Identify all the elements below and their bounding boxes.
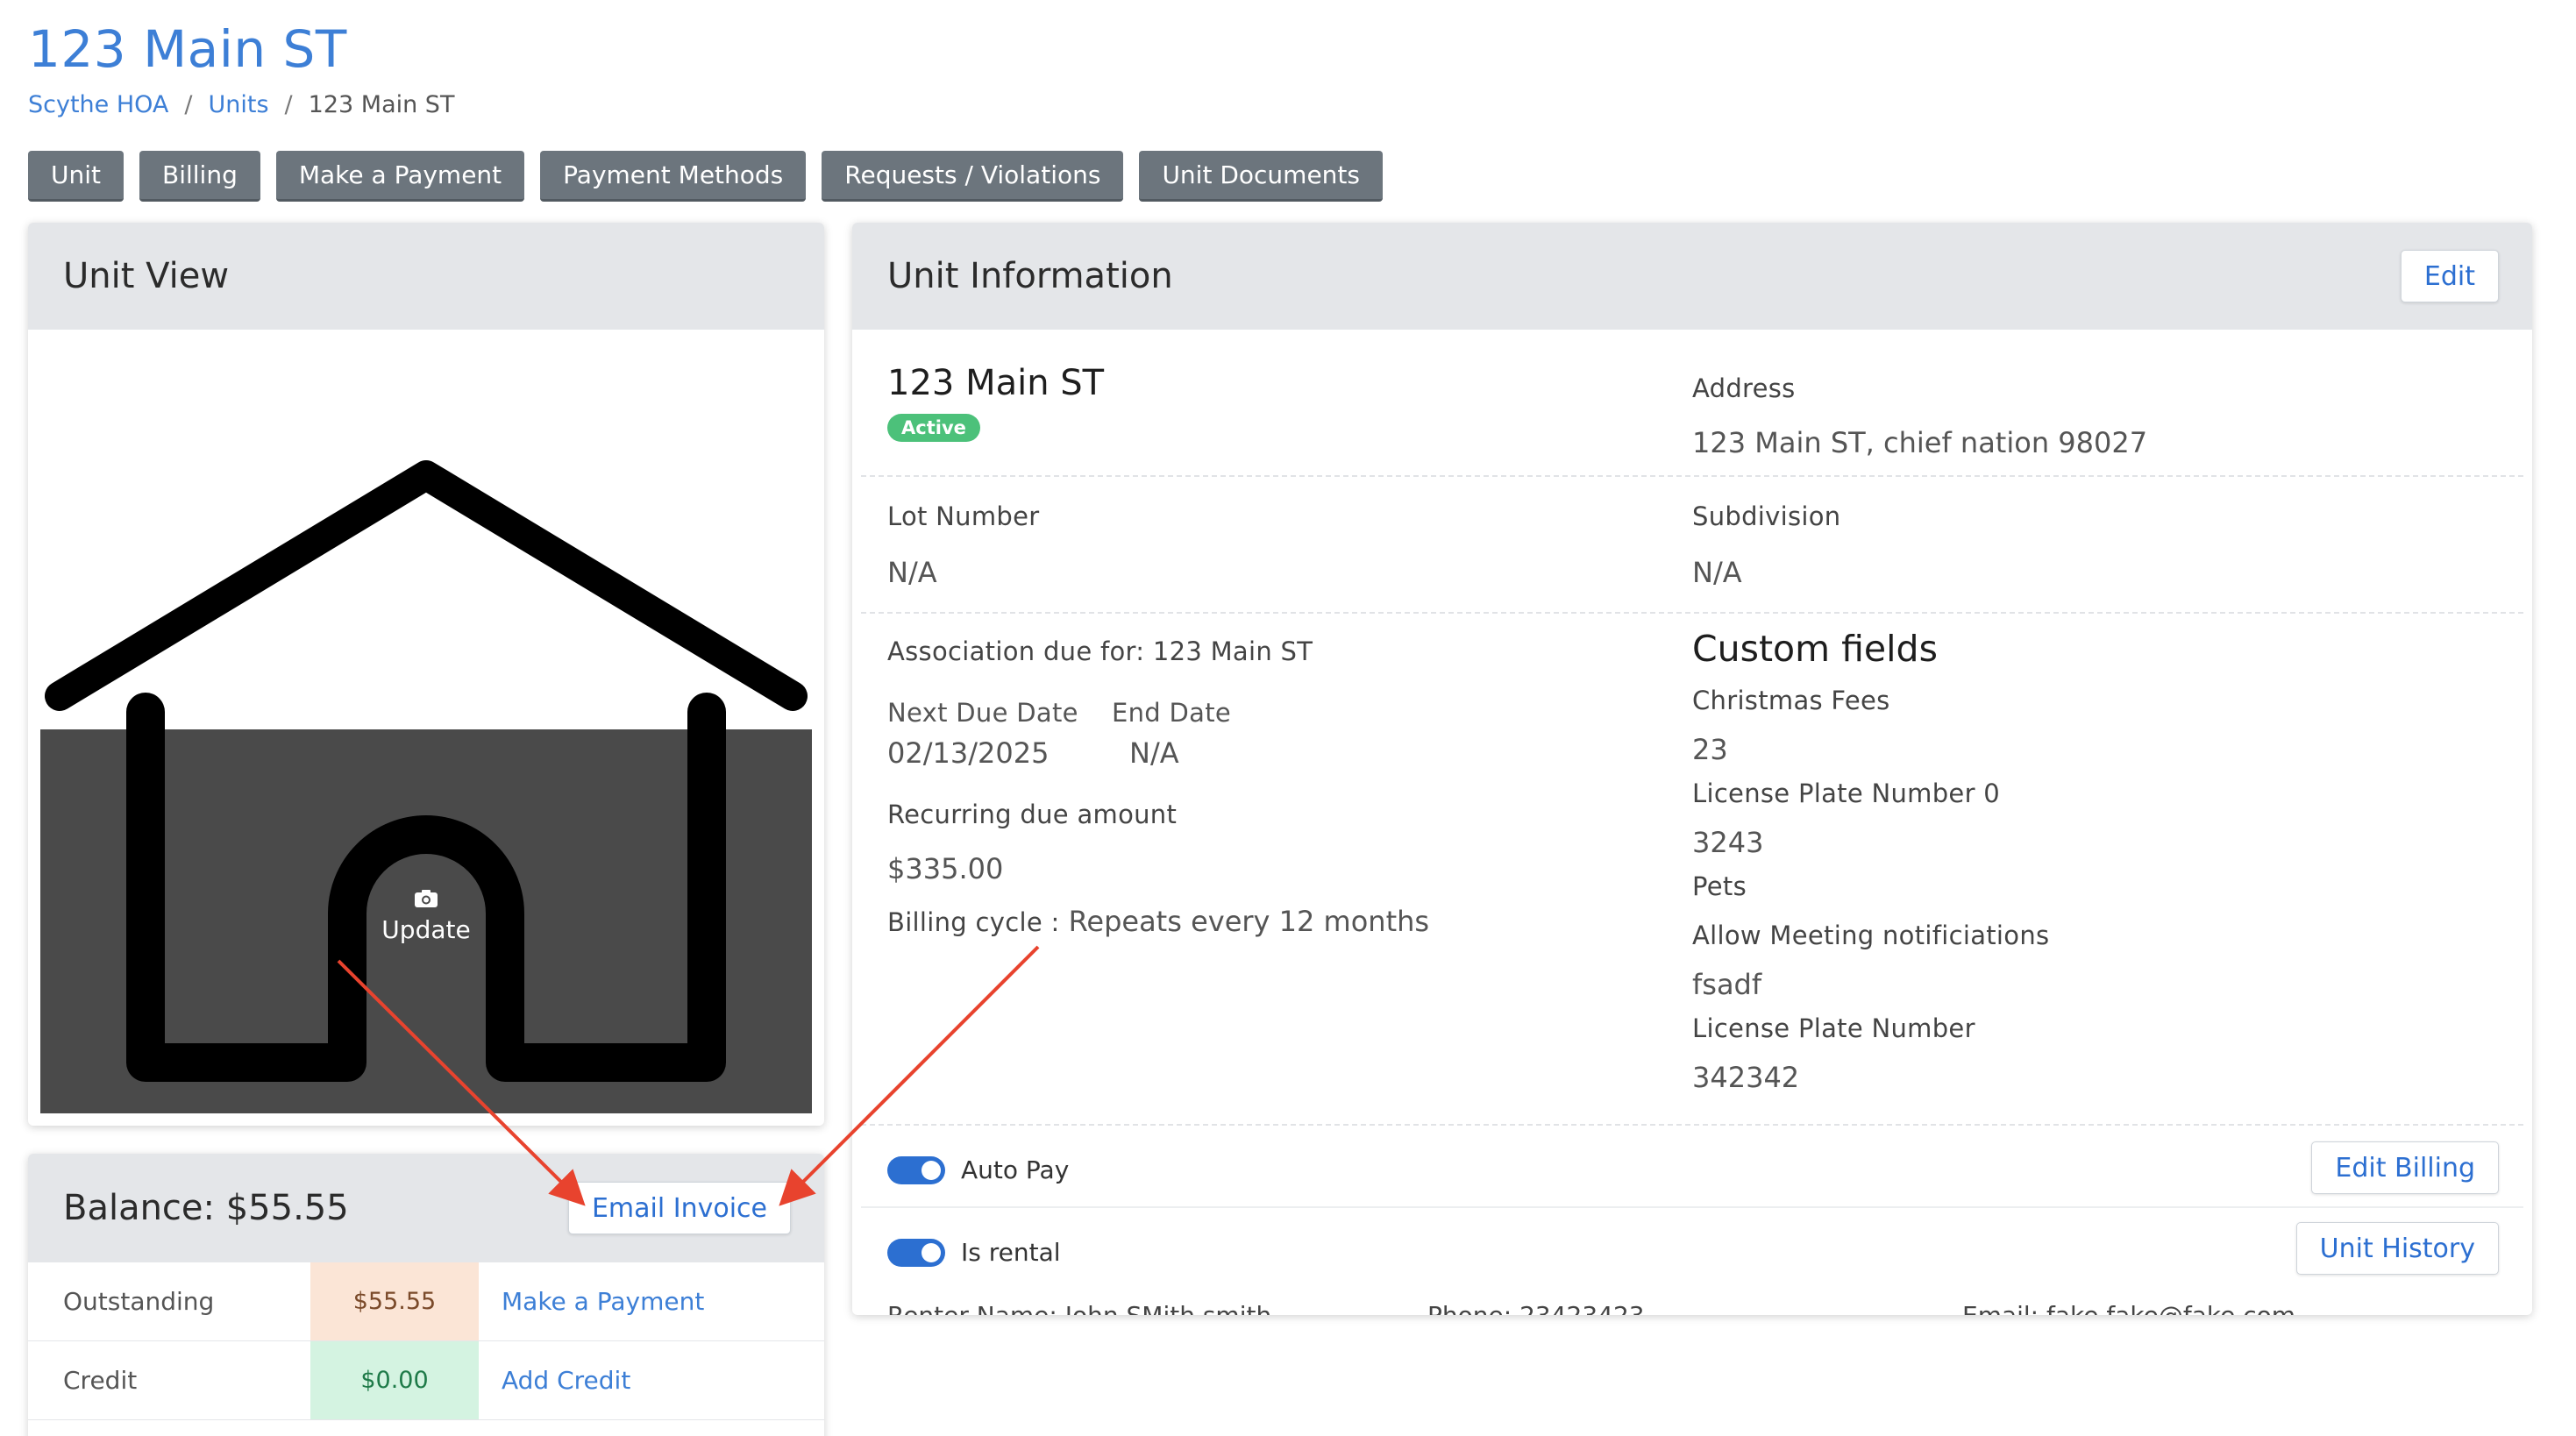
- tab-payment-methods[interactable]: Payment Methods: [540, 151, 807, 202]
- rental-label: Is rental: [961, 1238, 1061, 1267]
- rental-row: Is rental: [887, 1238, 1061, 1267]
- tab-make-a-payment[interactable]: Make a Payment: [275, 151, 525, 202]
- next-due-date-value: 02/13/2025: [887, 736, 1050, 770]
- balance-title: Balance: $55.55: [63, 1188, 349, 1228]
- subdivision-label: Subdivision: [1692, 501, 1841, 531]
- breadcrumb-current: 123 Main ST: [308, 91, 455, 118]
- unit-name: 123 Main ST: [887, 363, 1105, 403]
- breadcrumb-separator: /: [284, 91, 293, 118]
- autopay-row: Auto Pay: [887, 1155, 1069, 1184]
- balance-row-outstanding: Outstanding $55.55 Make a Payment: [28, 1262, 824, 1341]
- update-photo-button[interactable]: Update: [40, 889, 812, 944]
- tab-bar: Unit Billing Make a Payment Payment Meth…: [28, 151, 1383, 202]
- rental-toggle[interactable]: [887, 1238, 945, 1267]
- credit-value: $0.00: [310, 1341, 479, 1419]
- unit-view-title: Unit View: [63, 256, 230, 296]
- address-value: 123 Main ST, chief nation 98027: [1692, 426, 2148, 459]
- unit-history-button[interactable]: Unit History: [2295, 1222, 2499, 1275]
- custom-field-value: 342342: [1692, 1061, 1800, 1094]
- tab-unit-documents[interactable]: Unit Documents: [1139, 151, 1383, 202]
- page-title: 123 Main ST: [28, 19, 347, 79]
- end-date-value: N/A: [1129, 736, 1179, 770]
- custom-field-value: fsadf: [1692, 968, 1762, 1001]
- custom-field-value: 3243: [1692, 826, 1764, 859]
- recurring-due-label: Recurring due amount: [887, 800, 1178, 829]
- breadcrumb-separator: /: [184, 91, 193, 118]
- billing-cycle-label: Billing cycle :: [887, 907, 1060, 937]
- unit-information-header: Unit Information Edit: [852, 223, 2532, 330]
- autopay-label: Auto Pay: [961, 1155, 1070, 1184]
- custom-field-value: 23: [1692, 733, 1728, 766]
- house-icon: [40, 460, 812, 1113]
- custom-field-label: Allow Meeting notificiations: [1692, 921, 2050, 950]
- breadcrumb-units-link[interactable]: Units: [209, 91, 269, 118]
- edit-billing-button[interactable]: Edit Billing: [2311, 1141, 2499, 1194]
- make-a-payment-link[interactable]: Make a Payment: [479, 1262, 704, 1340]
- custom-field-label: License Plate Number: [1692, 1013, 1975, 1043]
- update-label: Update: [381, 915, 471, 944]
- custom-field-label: License Plate Number 0: [1692, 778, 2001, 808]
- edit-unit-button[interactable]: Edit: [2400, 250, 2499, 302]
- balance-row-credit: Credit $0.00 Add Credit: [28, 1341, 824, 1420]
- balance-header: Balance: $55.55 Email Invoice: [28, 1154, 824, 1262]
- unit-information-card: Unit Information Edit 123 Main ST Active…: [852, 223, 2532, 1315]
- custom-field-label: Pets: [1692, 871, 1747, 901]
- lot-number-value: N/A: [887, 556, 937, 589]
- camera-icon: [415, 890, 438, 907]
- recurring-due-value: $335.00: [887, 852, 1004, 885]
- breadcrumb-hoa-link[interactable]: Scythe HOA: [28, 91, 168, 118]
- unit-information-body: 123 Main ST Active Lot Number N/A Associ…: [852, 330, 2532, 1315]
- renter-phone: Phone: 23423423: [1427, 1301, 1645, 1315]
- email-invoice-button[interactable]: Email Invoice: [567, 1182, 791, 1234]
- unit-information-title: Unit Information: [887, 256, 1173, 296]
- custom-field-label: Christmas Fees: [1692, 686, 1890, 715]
- address-label: Address: [1692, 373, 1796, 403]
- status-badge: Active: [887, 414, 980, 442]
- lot-number-label: Lot Number: [887, 501, 1040, 531]
- unit-image[interactable]: Update: [40, 344, 812, 1113]
- next-due-date-label: Next Due Date: [887, 698, 1078, 728]
- outstanding-label: Outstanding: [63, 1287, 215, 1316]
- tab-unit[interactable]: Unit: [28, 151, 124, 202]
- credit-label: Credit: [63, 1366, 138, 1395]
- outstanding-value: $55.55: [310, 1262, 479, 1340]
- unit-view-card: Unit View Update: [28, 223, 824, 1126]
- subdivision-value: N/A: [1692, 556, 1742, 589]
- unit-view-header: Unit View: [28, 223, 824, 330]
- end-date-label: End Date: [1112, 698, 1232, 728]
- billing-cycle: Billing cycle : Repeats every 12 months: [887, 905, 1429, 938]
- autopay-toggle[interactable]: [887, 1155, 945, 1184]
- tab-billing[interactable]: Billing: [139, 151, 260, 202]
- billing-cycle-value: Repeats every 12 months: [1068, 905, 1430, 938]
- tab-requests-violations[interactable]: Requests / Violations: [822, 151, 1124, 202]
- add-credit-link[interactable]: Add Credit: [479, 1341, 630, 1419]
- renter-email: Email: fake.fake@fake.com: [1962, 1301, 2295, 1315]
- renter-name: Renter Name: John SMith smith: [887, 1301, 1271, 1315]
- association-due-label: Association due for: 123 Main ST: [887, 636, 1313, 666]
- balance-card: Balance: $55.55 Email Invoice Outstandin…: [28, 1154, 824, 1436]
- breadcrumb: Scythe HOA / Units / 123 Main ST: [28, 91, 454, 118]
- custom-fields-title: Custom fields: [1692, 628, 1938, 670]
